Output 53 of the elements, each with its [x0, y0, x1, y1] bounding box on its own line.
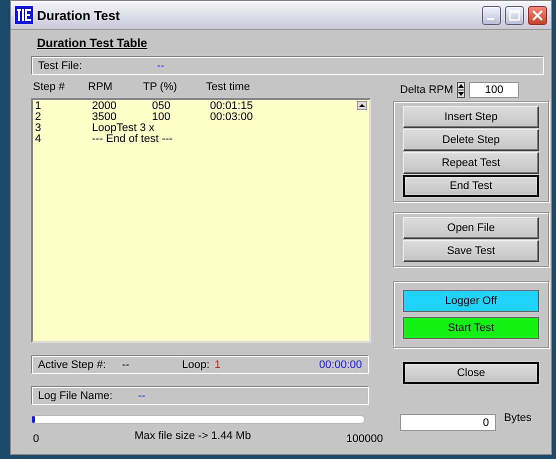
command-button[interactable]: End Test: [403, 175, 539, 197]
command-button[interactable]: Open File: [403, 217, 539, 239]
command-button[interactable]: Delete Step: [403, 129, 539, 151]
loop-count: 1: [214, 358, 221, 370]
command-button[interactable]: Insert Step: [403, 106, 539, 128]
close-button[interactable]: [528, 6, 547, 24]
test-file-label: Test File:: [38, 60, 84, 72]
delta-rpm-label: Delta RPM: [400, 84, 454, 96]
command-button[interactable]: Save Test: [403, 240, 539, 262]
table-cell: 3: [35, 123, 42, 134]
table-cell: 2: [35, 112, 42, 123]
section-heading: Duration Test Table: [37, 36, 148, 50]
column-header: Test time: [206, 81, 252, 95]
window-title: Duration Test: [37, 8, 121, 22]
table-cell: 3500: [92, 112, 116, 123]
table-cell: 00:01:15: [210, 101, 253, 112]
max-file-size-caption: Max file size -> 1.44 Mb: [134, 430, 251, 442]
maximize-button[interactable]: [505, 6, 524, 24]
table-cell: 1: [35, 101, 42, 112]
table-cell: --- End of test ---: [92, 134, 173, 145]
table-cell: 00:03:00: [210, 112, 253, 123]
bytes-field[interactable]: 0: [400, 414, 496, 431]
maximize-icon: [509, 10, 520, 20]
log-file-value: --: [138, 390, 146, 402]
test-file-value: --: [157, 60, 164, 72]
table-cell: 050: [152, 101, 170, 112]
close-dialog-button[interactable]: Close: [403, 362, 539, 384]
command-button[interactable]: Repeat Test: [403, 152, 539, 174]
minimize-icon: [486, 18, 494, 20]
column-header: RPM: [88, 81, 114, 95]
step-list[interactable]: 1 2000 050 00:01:15 2 3500 100 00:03:00 3 LoopTest 3 x 4 --- End of test ---: [31, 98, 371, 343]
table-cell: 4: [35, 134, 42, 145]
loop-label: Loop:: [182, 358, 210, 370]
column-header: TP (%): [143, 81, 178, 95]
table-cell: 2000: [92, 101, 116, 112]
minimize-button[interactable]: [482, 6, 501, 24]
table-cell: 100: [152, 112, 170, 123]
table-cell: LoopTest 3 x: [92, 123, 154, 134]
scale-min: 0: [33, 433, 40, 445]
scroll-up-icon[interactable]: [357, 101, 367, 110]
delta-rpm-field[interactable]: 100: [469, 82, 520, 98]
elapsed-time: 00:00:00: [319, 358, 362, 370]
scale-max: 100000: [346, 433, 383, 445]
close-icon: [532, 10, 543, 20]
column-header: Step #: [33, 81, 66, 95]
log-file-label: Log File Name:: [38, 390, 114, 402]
active-step-label: Active Step #:: [38, 358, 107, 370]
active-step-value: --: [122, 358, 130, 370]
app-logo-icon: [15, 6, 33, 24]
spinner-icon[interactable]: [457, 82, 466, 98]
status-button[interactable]: Logger Off: [403, 290, 539, 312]
bytes-unit-label: Bytes: [504, 412, 532, 424]
status-button[interactable]: Start Test: [403, 317, 539, 339]
